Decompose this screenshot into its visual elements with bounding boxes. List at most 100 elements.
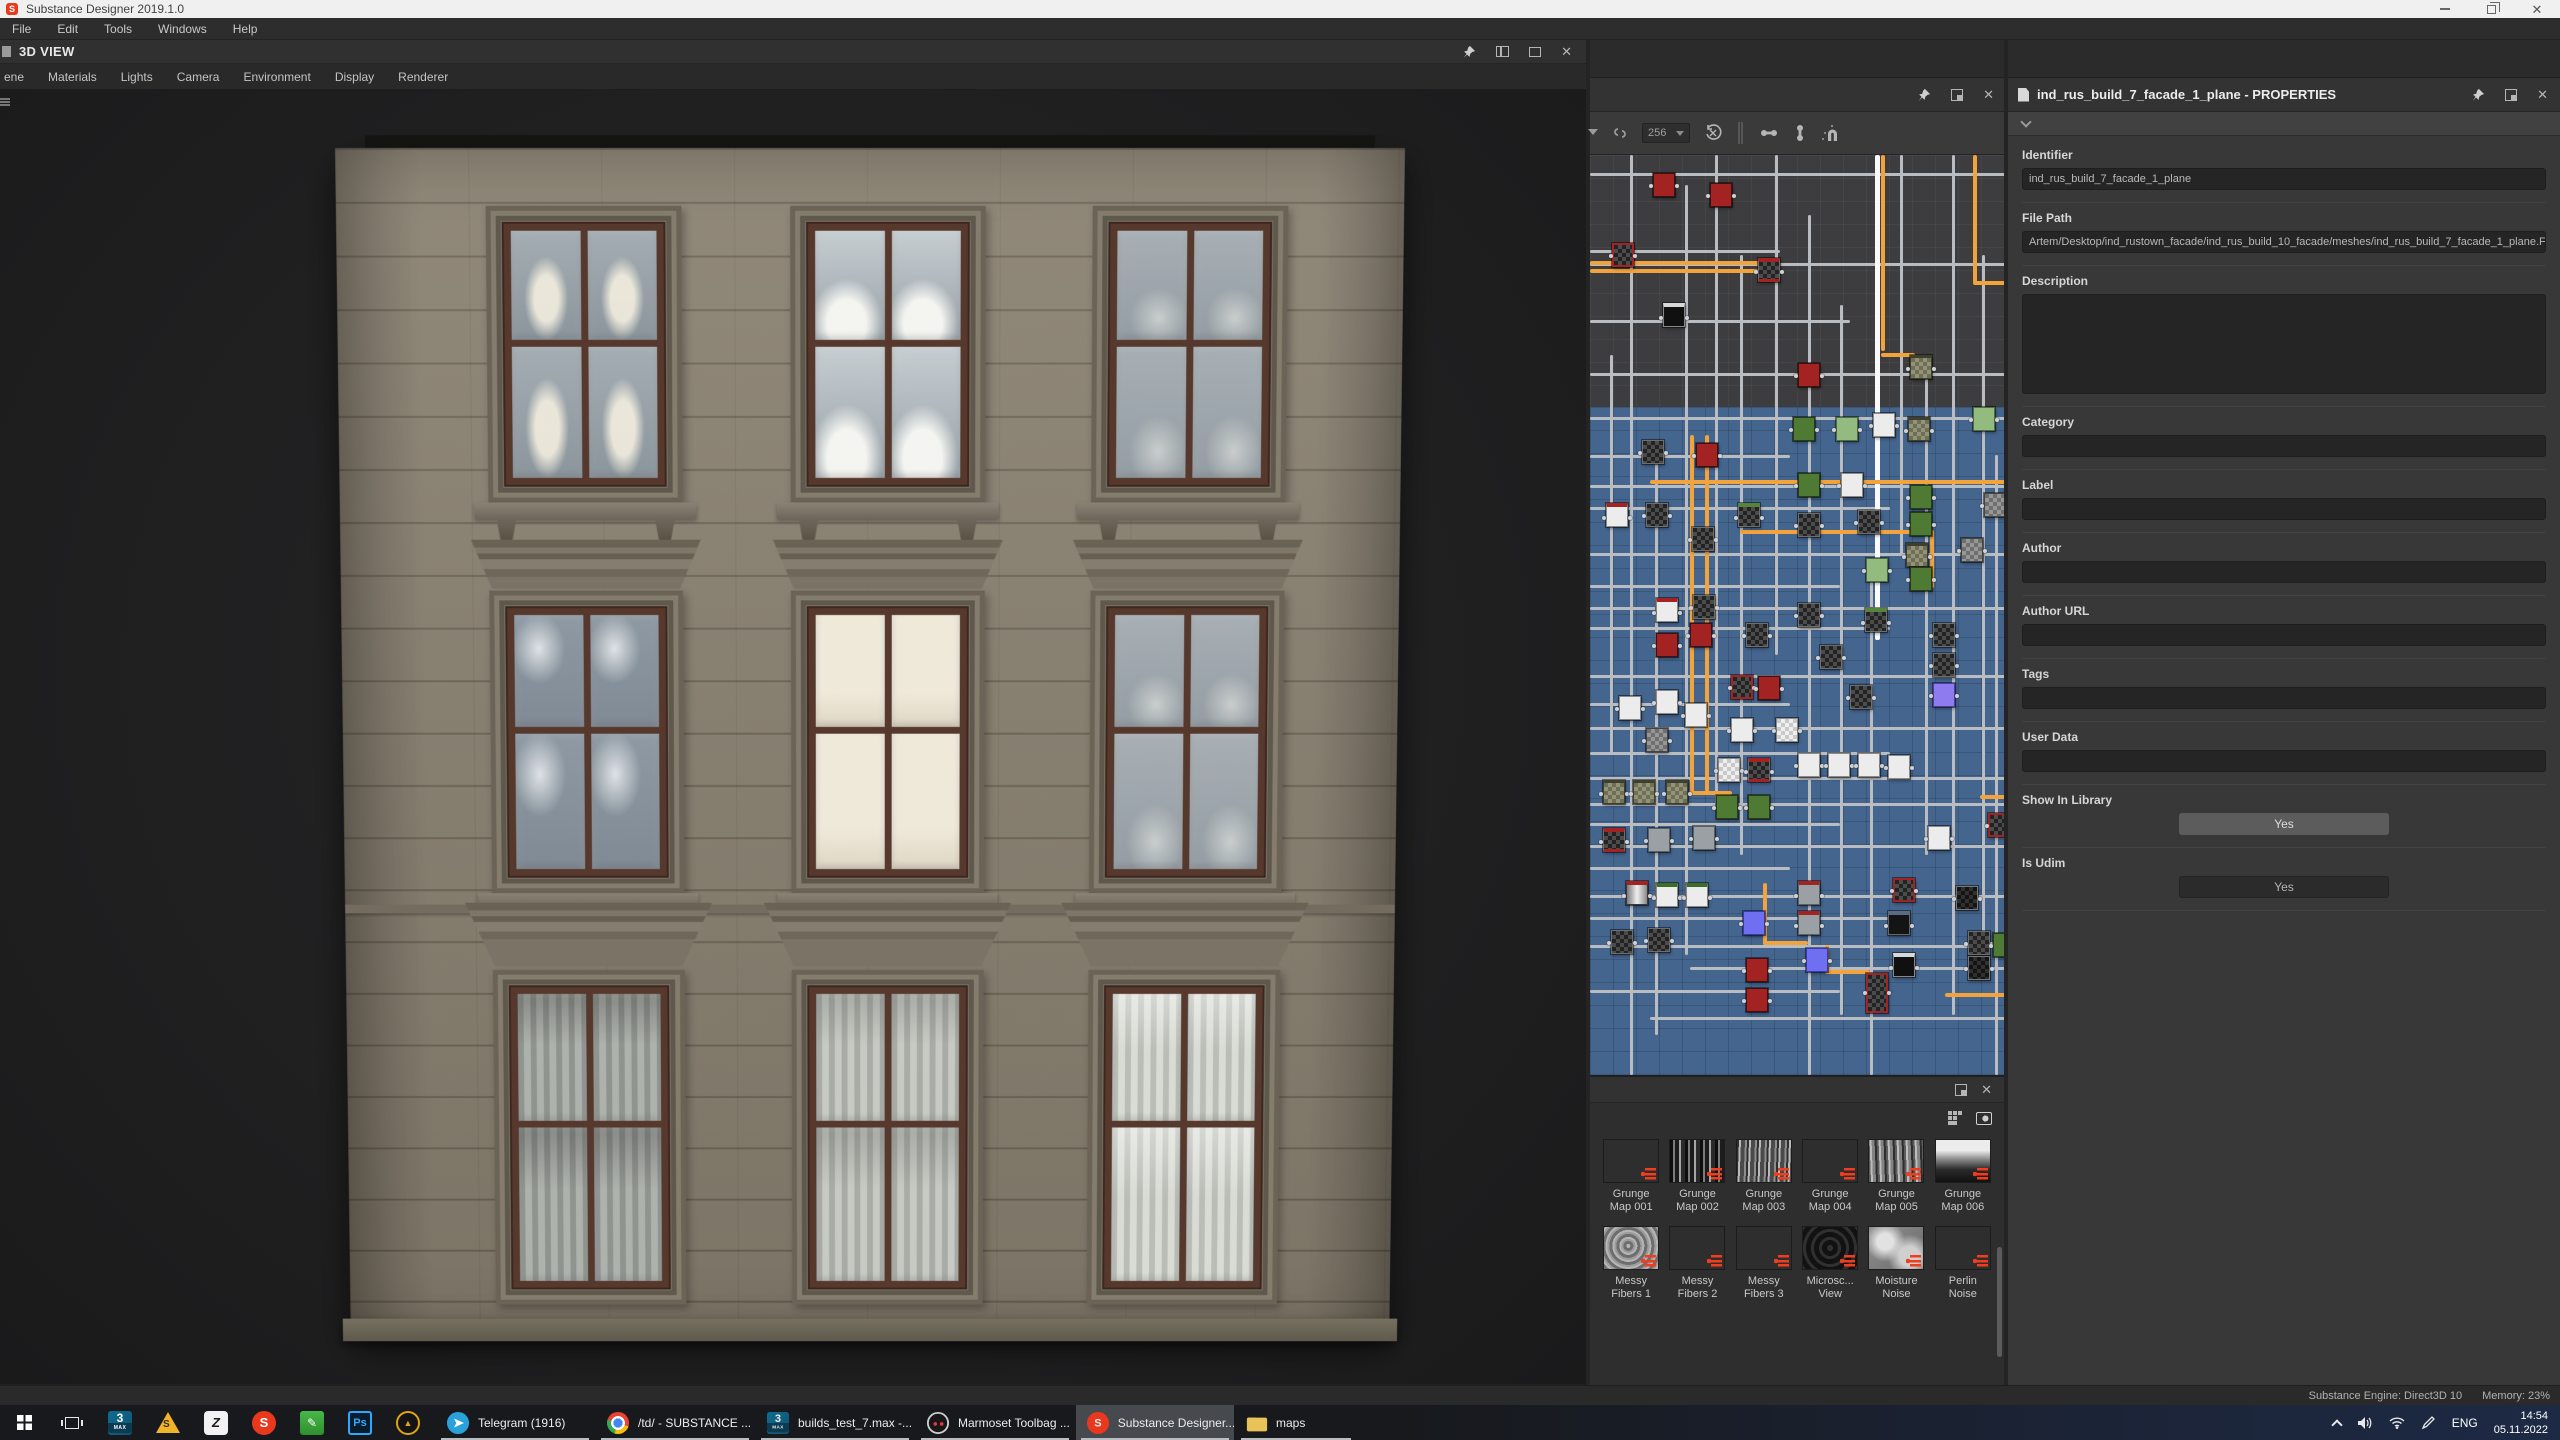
graph-node-gray-tex[interactable] [1961, 538, 1983, 562]
graph-node-dark-green[interactable] [1738, 503, 1760, 527]
library-item[interactable]: PerlinNoise [1932, 1226, 1994, 1301]
graph-node-olive[interactable] [1906, 543, 1928, 567]
menu-item-edit[interactable]: Edit [57, 22, 78, 36]
dock-icon[interactable] [2505, 89, 2517, 101]
graph-node-green[interactable] [1798, 473, 1820, 497]
library-item[interactable]: GrungeMap 003 [1733, 1139, 1795, 1214]
close-button[interactable]: ✕ [2514, 0, 2560, 18]
graph-node-white[interactable] [1828, 753, 1850, 777]
start-button[interactable] [0, 1405, 48, 1440]
graph-node-white-green[interactable] [1656, 883, 1678, 907]
graph-node-dark-red[interactable] [1603, 828, 1625, 852]
display-mode-icon[interactable] [1976, 1112, 1992, 1125]
library-item[interactable]: GrungeMap 005 [1865, 1139, 1927, 1214]
graph-node-green-lt[interactable] [1866, 558, 1888, 582]
dock-icon[interactable] [1951, 89, 1963, 101]
3d-menu-item-lights[interactable]: Lights [121, 70, 153, 84]
graph-node-dark[interactable] [1798, 513, 1820, 537]
link-horizontal-icon[interactable] [1759, 126, 1779, 140]
graph-node-red[interactable] [1653, 173, 1675, 197]
dock-icon[interactable] [1955, 1084, 1967, 1096]
graph-node-green[interactable] [1793, 417, 1815, 441]
field-input[interactable] [2022, 624, 2546, 646]
graph-node-dark[interactable] [1611, 930, 1633, 954]
graph-node-green-lt[interactable] [1836, 417, 1858, 441]
graph-node-black[interactable] [1888, 911, 1910, 935]
dropdown-caret-icon[interactable] [1588, 129, 1598, 137]
graph-node-red-tall[interactable] [1866, 973, 1888, 1013]
graph-node-white-green[interactable] [1686, 883, 1708, 907]
graph-node-dark[interactable] [1858, 510, 1880, 534]
taskbar-app-builds-test-7-max-[interactable]: 3MAXbuilds_test_7.max -... [756, 1405, 914, 1440]
graph-node-white-tex[interactable] [1718, 758, 1740, 782]
graph-node-black-tex[interactable] [1968, 956, 1990, 980]
pen-icon[interactable] [2421, 1415, 2436, 1430]
texture-thumbnail[interactable] [1802, 1226, 1858, 1270]
close-panel-icon[interactable]: ✕ [1561, 45, 1572, 58]
graph-node-white[interactable] [1841, 473, 1863, 497]
3d-menu-item-environment[interactable]: Environment [243, 70, 310, 84]
graph-node-white[interactable] [1619, 696, 1641, 720]
graph-node-red-tex[interactable] [1893, 878, 1915, 902]
graph-node-dark[interactable] [1642, 440, 1664, 464]
3d-menu-item-ene[interactable]: ene [4, 70, 24, 84]
field-input[interactable]: ind_rus_build_7_facade_1_plane [2022, 168, 2546, 190]
graph-node-blue[interactable] [1806, 948, 1828, 972]
pin-icon[interactable] [1917, 88, 1931, 102]
graph-node-green[interactable] [1910, 567, 1932, 591]
graph-node-white-tex[interactable] [1776, 718, 1798, 742]
grid-view-icon[interactable] [1948, 1111, 1962, 1125]
field-input[interactable]: Artem/Desktop/ind_rustown_facade/ind_rus… [2022, 231, 2546, 253]
dock-layout-icon[interactable] [1496, 46, 1509, 57]
clock[interactable]: 14:54 05.11.2022 [2494, 1409, 2548, 1437]
texture-thumbnail[interactable] [1868, 1139, 1924, 1183]
graph-node-silver[interactable] [1626, 881, 1648, 905]
pin-icon[interactable] [2471, 88, 2485, 102]
field-input[interactable] [2022, 750, 2546, 772]
library-item[interactable]: MessyFibers 2 [1666, 1226, 1728, 1301]
toggle-button[interactable]: Yes [2179, 813, 2389, 835]
graph-node-white[interactable] [1928, 826, 1950, 850]
texture-thumbnail[interactable] [1669, 1226, 1725, 1270]
graph-node-green-lt[interactable] [1973, 407, 1995, 431]
texture-thumbnail[interactable] [1802, 1139, 1858, 1183]
texture-thumbnail[interactable] [1935, 1139, 1991, 1183]
close-panel-icon[interactable]: ✕ [2537, 88, 2548, 101]
task-view-button[interactable] [48, 1405, 96, 1440]
library-item[interactable]: GrungeMap 001 [1600, 1139, 1662, 1214]
graph-node-gray-tex[interactable] [1984, 493, 2004, 517]
graph-node-white[interactable] [1685, 703, 1707, 727]
language-indicator[interactable]: ENG [2452, 1416, 2478, 1430]
3d-menu-item-camera[interactable]: Camera [177, 70, 220, 84]
menu-item-help[interactable]: Help [233, 22, 258, 36]
graph-node-red[interactable] [1690, 623, 1712, 647]
graph-node-gray-tex[interactable] [1646, 728, 1668, 752]
graph-node-gray-red[interactable] [1798, 911, 1820, 935]
library-scrollbar[interactable] [1997, 1247, 2002, 1357]
graph-node-dark[interactable] [1692, 527, 1714, 551]
tray-chevron-icon[interactable] [2331, 1419, 2342, 1430]
graph-node-dark[interactable] [1693, 595, 1715, 619]
graph-node-dark[interactable] [1798, 603, 1820, 627]
pinned-app-zbrush[interactable]: Z [192, 1405, 240, 1440]
graph-node-gray[interactable] [1693, 826, 1715, 850]
graph-node-dark[interactable] [1746, 623, 1768, 647]
graph-node-white[interactable] [1858, 753, 1880, 777]
graph-node-gray-red[interactable] [1798, 881, 1820, 905]
graph-node-dark[interactable] [1820, 645, 1842, 669]
graph-node-dark-red[interactable] [1758, 258, 1780, 282]
properties-collapse-row[interactable] [2008, 112, 2560, 136]
graph-node-red-tex[interactable] [1612, 243, 1634, 267]
texture-thumbnail[interactable] [1603, 1226, 1659, 1270]
node-graph-canvas[interactable] [1590, 155, 2004, 1075]
graph-node-olive[interactable] [1908, 417, 1930, 441]
viewport-menu-icon[interactable] [0, 98, 10, 106]
graph-node-dark-green[interactable] [1865, 608, 1887, 632]
pinned-app-substance[interactable]: S [240, 1405, 288, 1440]
graph-node-olive[interactable] [1603, 780, 1625, 804]
graph-node-mono[interactable] [1893, 953, 1915, 977]
reset-transform-icon[interactable] [1704, 124, 1722, 142]
pinned-app-3dsmax[interactable]: 3MAX [96, 1405, 144, 1440]
graph-node-white[interactable] [1873, 413, 1895, 437]
graph-node-dark[interactable] [1850, 685, 1872, 709]
